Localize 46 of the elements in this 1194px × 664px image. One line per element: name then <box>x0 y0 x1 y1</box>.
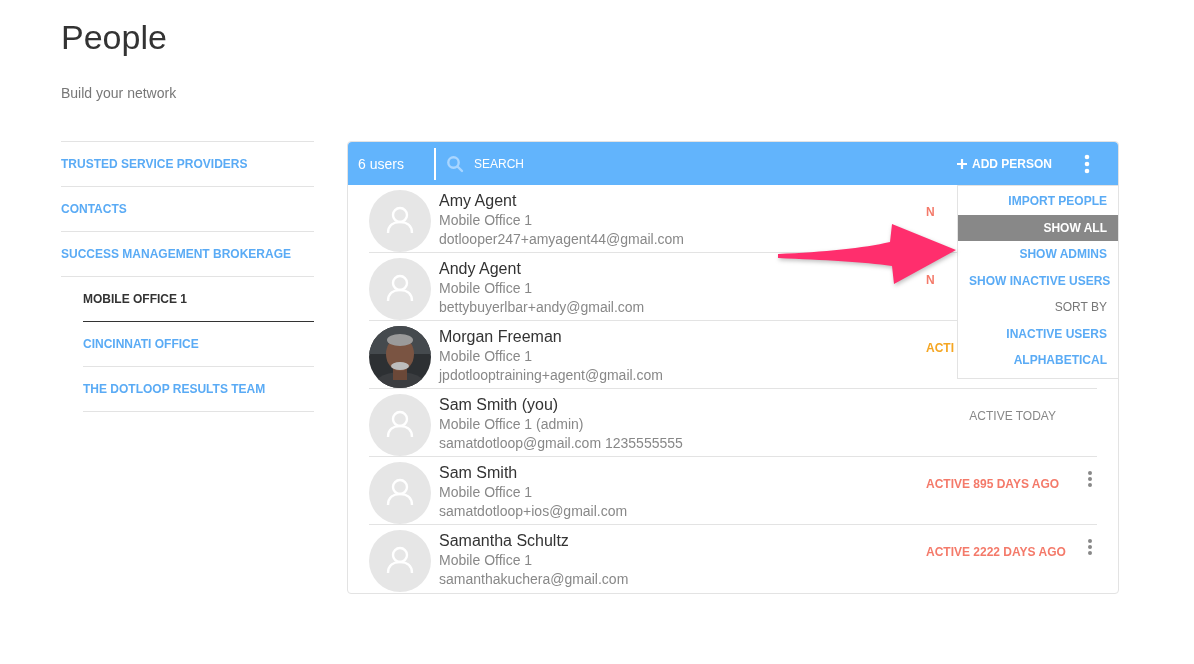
activity-status: N <box>926 273 935 287</box>
person-name: Sam Smith (you) <box>439 395 559 415</box>
person-name: Samantha Schultz <box>439 531 569 551</box>
person-office: Mobile Office 1 <box>439 347 533 366</box>
person-name: Morgan Freeman <box>439 327 562 347</box>
menu-item[interactable]: SHOW ALL <box>958 214 1118 241</box>
person-office: Mobile Office 1 (admin) <box>439 415 584 434</box>
activity-status: ACTIVE 2222 DAYS AGO <box>926 545 1066 559</box>
sidebar-item[interactable]: CINCINNATI OFFICE <box>83 322 314 367</box>
sidebar-item[interactable]: THE DOTLOOP RESULTS TEAM <box>83 367 314 412</box>
add-person-button[interactable]: ADD PERSON <box>953 152 1056 175</box>
menu-item[interactable]: IMPORT PEOPLE <box>958 188 1118 215</box>
person-contact: samatdotloop@gmail.com 1235555555 <box>439 434 683 453</box>
person-contact: samatdotloop+ios@gmail.com <box>439 502 628 521</box>
person-contact: bettybuyerlbar+andy@gmail.com <box>439 298 645 317</box>
activity-status: ACTI <box>926 341 954 355</box>
person-contact: jpdotlooptraining+agent@gmail.com <box>439 366 663 385</box>
sidebar-item[interactable]: MOBILE OFFICE 1 <box>83 277 314 322</box>
menu-item[interactable]: SHOW ADMINS <box>958 241 1118 268</box>
sidebar-item[interactable]: TRUSTED SERVICE PROVIDERS <box>61 142 314 187</box>
more-options-icon[interactable] <box>1087 470 1093 488</box>
person-office: Mobile Office 1 <box>439 279 533 298</box>
activity-status: ACTIVE 895 DAYS AGO <box>926 477 1060 491</box>
person-contact: samanthakuchera@gmail.com <box>439 570 629 589</box>
plus-icon <box>957 158 967 169</box>
activity-status: N <box>926 205 935 219</box>
menu-item[interactable]: SHOW INACTIVE USERS <box>958 267 1118 294</box>
person-name: Sam Smith <box>439 463 518 483</box>
person-contact: dotlooper247+amyagent44@gmail.com <box>439 230 684 249</box>
more-options-icon[interactable] <box>1087 538 1093 556</box>
menu-item[interactable]: ALPHABETICAL <box>958 347 1118 374</box>
page-title: People <box>61 18 168 57</box>
search-icon <box>446 154 464 173</box>
person-office: Mobile Office 1 <box>439 483 533 502</box>
sidebar-item[interactable]: CONTACTS <box>61 187 314 232</box>
menu-heading: SORT BY <box>1053 299 1108 316</box>
activity-status: ACTIVE TODAY <box>969 409 1056 423</box>
person-office: Mobile Office 1 <box>439 211 533 230</box>
sidebar-item[interactable]: SUCCESS MANAGEMENT BROKERAGE <box>61 232 314 277</box>
menu-item[interactable]: INACTIVE USERS <box>958 320 1118 347</box>
page-subtitle: Build your network <box>61 85 178 101</box>
person-name: Amy Agent <box>439 191 517 211</box>
person-office: Mobile Office 1 <box>439 551 533 570</box>
user-count: 6 users <box>348 147 436 180</box>
person-name: Andy Agent <box>439 259 521 279</box>
search-field[interactable]: SEARCH <box>472 155 676 172</box>
